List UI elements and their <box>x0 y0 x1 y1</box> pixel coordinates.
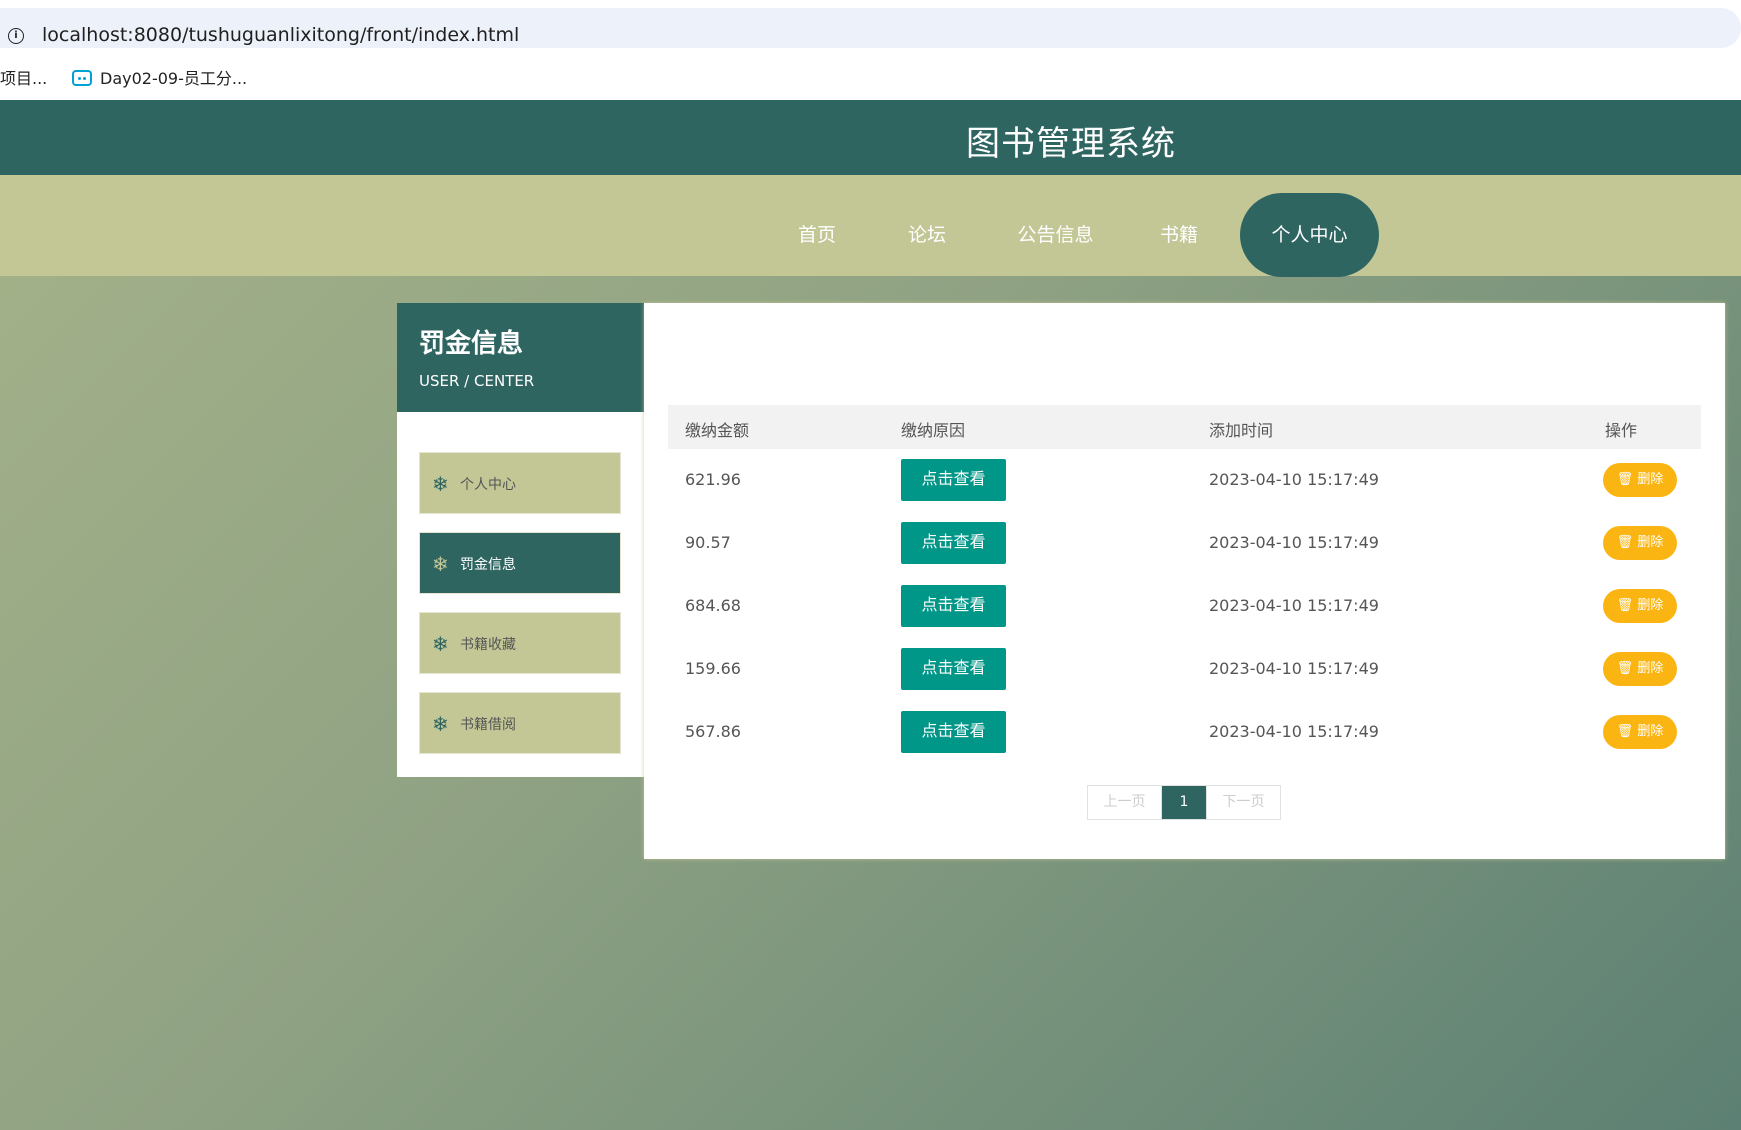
view-reason-button[interactable]: 点击查看 <box>901 711 1006 753</box>
main-nav: 首页 论坛 公告信息 书籍 个人中心 <box>0 175 1741 277</box>
site-header: 图书管理系统 <box>0 100 1741 175</box>
delete-label: 删除 <box>1637 472 1664 487</box>
trash-icon: 🗑 <box>1616 535 1638 550</box>
sidebar-title: 罚金信息 <box>419 329 524 359</box>
table-row: 567.86 点击查看 2023-04-10 15:17:49 🗑 删除 <box>668 701 1701 764</box>
nav-item-books[interactable]: 书籍 <box>1141 193 1217 277</box>
pagination: 上一页 1 下一页 <box>1087 785 1281 820</box>
amount-cell: 621.96 <box>685 470 741 489</box>
column-header: 缴纳金额 <box>685 421 750 440</box>
snowflake-icon: ❄ <box>432 552 449 576</box>
delete-button[interactable]: 🗑 删除 <box>1603 715 1677 749</box>
info-icon[interactable]: i <box>8 28 24 44</box>
time-cell: 2023-04-10 15:17:49 <box>1209 533 1379 552</box>
sidebar-item-label: 罚金信息 <box>460 557 516 573</box>
trash-icon: 🗑 <box>1616 598 1638 613</box>
time-cell: 2023-04-10 15:17:49 <box>1209 596 1379 615</box>
nav-item-forum[interactable]: 论坛 <box>889 193 965 277</box>
trash-icon: 🗑 <box>1616 661 1638 676</box>
url-text[interactable]: localhost:8080/tushuguanlixitong/front/i… <box>42 24 519 46</box>
delete-label: 删除 <box>1637 724 1664 739</box>
site-title: 图书管理系统 <box>966 124 1176 164</box>
bookmark-item[interactable]: 项目... <box>0 65 47 89</box>
sidebar-item-label: 个人中心 <box>460 477 516 493</box>
browser-address-bar: i localhost:8080/tushuguanlixitong/front… <box>0 0 1741 56</box>
bookmark-label: Day02-09-员工分... <box>100 69 248 88</box>
next-page-button[interactable]: 下一页 <box>1206 786 1280 819</box>
amount-cell: 684.68 <box>685 596 741 615</box>
column-header: 操作 <box>1605 421 1638 440</box>
bookmarks-bar: 项目... Day02-09-员工分... <box>0 56 1741 100</box>
view-reason-button[interactable]: 点击查看 <box>901 459 1006 501</box>
sidebar-item-user-center[interactable]: ❄ 个人中心 <box>419 452 621 514</box>
current-page[interactable]: 1 <box>1162 786 1206 819</box>
time-cell: 2023-04-10 15:17:49 <box>1209 470 1379 489</box>
nav-item-home[interactable]: 首页 <box>779 193 855 277</box>
sidebar-item-favorites[interactable]: ❄ 书籍收藏 <box>419 612 621 674</box>
sidebar-item-fines[interactable]: ❄ 罚金信息 <box>419 532 621 594</box>
view-reason-button[interactable]: 点击查看 <box>901 585 1006 627</box>
sidebar-item-label: 书籍收藏 <box>460 637 516 653</box>
prev-page-button[interactable]: 上一页 <box>1088 786 1162 819</box>
nav-item-notice[interactable]: 公告信息 <box>1003 193 1108 277</box>
table-row: 159.66 点击查看 2023-04-10 15:17:49 🗑 删除 <box>668 638 1701 701</box>
column-header: 添加时间 <box>1209 421 1274 440</box>
amount-cell: 90.57 <box>685 533 731 552</box>
bilibili-icon <box>72 70 92 86</box>
view-reason-button[interactable]: 点击查看 <box>901 522 1006 564</box>
column-header: 缴纳原因 <box>901 421 966 440</box>
delete-button[interactable]: 🗑 删除 <box>1603 652 1677 686</box>
time-cell: 2023-04-10 15:17:49 <box>1209 659 1379 678</box>
trash-icon: 🗑 <box>1616 724 1638 739</box>
time-cell: 2023-04-10 15:17:49 <box>1209 722 1379 741</box>
nav-item-user-center[interactable]: 个人中心 <box>1240 193 1379 277</box>
delete-button[interactable]: 🗑 删除 <box>1603 589 1677 623</box>
snowflake-icon: ❄ <box>432 632 449 656</box>
sidebar: 罚金信息 USER / CENTER ❄ 个人中心 ❄ 罚金信息 ❄ 书籍收藏 ❄ 书籍… <box>397 303 644 777</box>
view-reason-button[interactable]: 点击查看 <box>901 648 1006 690</box>
sidebar-subtitle: USER / CENTER <box>419 372 535 390</box>
delete-label: 删除 <box>1637 535 1664 550</box>
amount-cell: 159.66 <box>685 659 741 678</box>
delete-label: 删除 <box>1637 661 1664 676</box>
table-row: 621.96 点击查看 2023-04-10 15:17:49 🗑 删除 <box>668 449 1701 512</box>
main-panel: 缴纳金额 缴纳原因 添加时间 操作 621.96 点击查看 2023-04-10… <box>644 303 1725 859</box>
delete-button[interactable]: 🗑 删除 <box>1603 463 1677 497</box>
table-header: 缴纳金额 缴纳原因 添加时间 操作 <box>668 405 1701 449</box>
trash-icon: 🗑 <box>1616 472 1638 487</box>
snowflake-icon: ❄ <box>432 472 449 496</box>
table-row: 90.57 点击查看 2023-04-10 15:17:49 🗑 删除 <box>668 512 1701 575</box>
delete-button[interactable]: 🗑 删除 <box>1603 526 1677 560</box>
bookmark-item[interactable]: Day02-09-员工分... <box>72 65 247 89</box>
amount-cell: 567.86 <box>685 722 741 741</box>
sidebar-item-borrowing[interactable]: ❄ 书籍借阅 <box>419 692 621 754</box>
snowflake-icon: ❄ <box>432 712 449 736</box>
sidebar-header: 罚金信息 USER / CENTER <box>397 303 644 412</box>
sidebar-item-label: 书籍借阅 <box>460 717 516 733</box>
address-field[interactable]: i localhost:8080/tushuguanlixitong/front… <box>0 8 1741 48</box>
table-row: 684.68 点击查看 2023-04-10 15:17:49 🗑 删除 <box>668 575 1701 638</box>
delete-label: 删除 <box>1637 598 1664 613</box>
